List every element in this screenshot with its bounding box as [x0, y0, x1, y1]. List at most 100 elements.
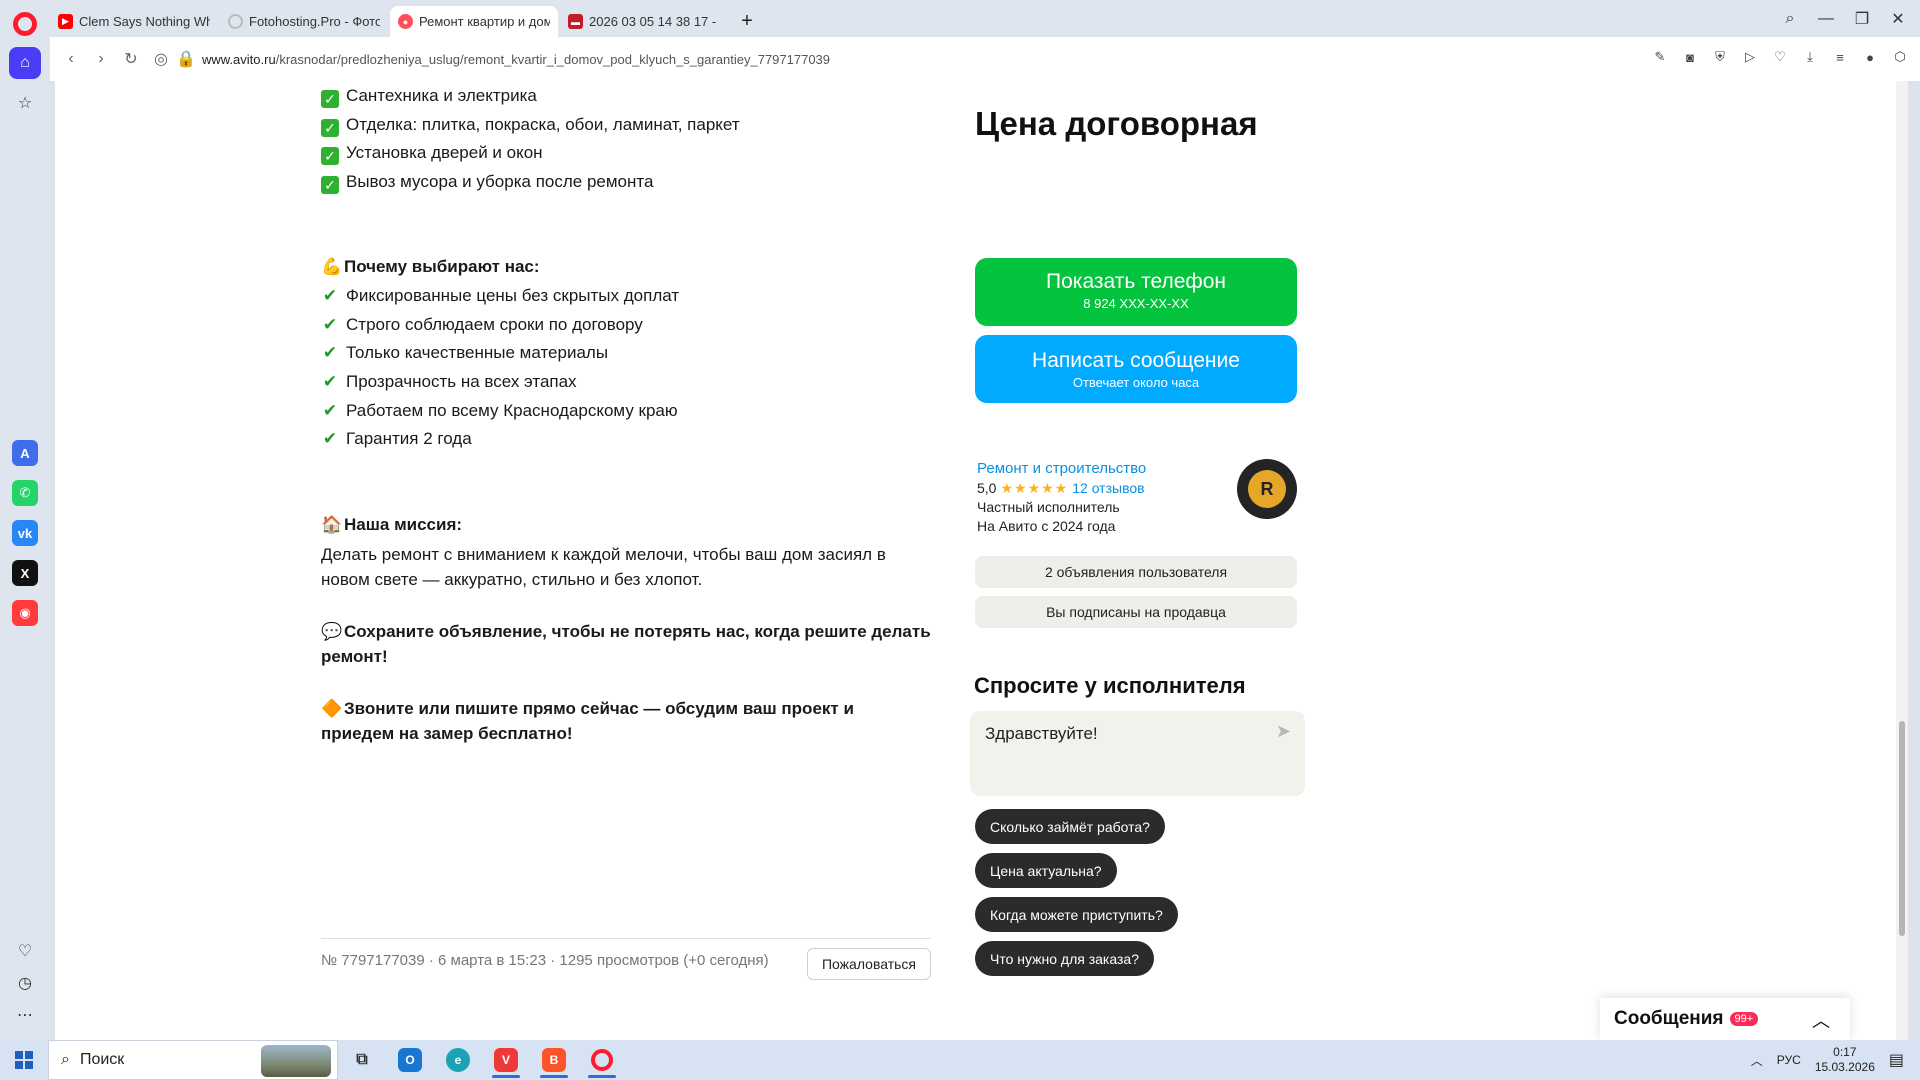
quick-question-chip[interactable]: Что нужно для заказа? [975, 941, 1154, 976]
clock-time: 0:17 [1833, 1045, 1857, 1059]
response-time: Отвечает около часа [1072, 375, 1200, 390]
chevron-up-icon[interactable]: ︿ [1751, 1052, 1763, 1069]
pinboard-icon[interactable]: ☆ [9, 87, 41, 119]
heart-icon[interactable]: ♡ [9, 935, 41, 967]
edit-icon[interactable]: ✎ [1650, 47, 1670, 67]
window-controls: ⌕ — ❐ ✕ [1772, 6, 1916, 32]
aria-icon[interactable]: A [12, 440, 38, 466]
location-icon[interactable]: ◎ [146, 49, 176, 69]
minimize-icon[interactable]: — [1808, 6, 1844, 32]
rating-value: 5,0 [977, 480, 997, 496]
page-scrollbar[interactable] [1896, 81, 1908, 1040]
address-tools: ✎ ◙ ⛨ ▷ ♡ ⤓ ≡ ● ⬡ [1650, 47, 1910, 67]
send-icon[interactable]: ➤ [1276, 721, 1291, 742]
write-message-button[interactable]: Написать сообщение Отвечает около часа [975, 335, 1297, 403]
checkbox-icon: ✓ [321, 147, 339, 165]
outlook-icon[interactable]: O [386, 1040, 434, 1080]
opera-logo-icon[interactable] [13, 12, 37, 36]
notifications-icon[interactable]: ▤ [1889, 1050, 1904, 1070]
search-highlight-image [261, 1045, 331, 1077]
why-item: ✔ Работаем по всему Краснодарскому краю [321, 399, 678, 423]
tab-2[interactable]: ● Ремонт квартир и домов [390, 6, 558, 37]
complain-button[interactable]: Пожаловаться [807, 948, 931, 980]
messages-title: Сообщения [1614, 1008, 1724, 1029]
tab-1[interactable]: Fotohosting.Pro - Фотохо [220, 6, 388, 37]
more-icon[interactable]: ⋯ [9, 999, 41, 1031]
system-tray: ︿ РУС 0:17 15.03.2026 ▤ [1751, 1040, 1920, 1080]
scrollbar-thumb[interactable] [1899, 721, 1905, 936]
task-view-icon[interactable]: ⧉ [338, 1040, 386, 1080]
search-icon: ⌕ [61, 1051, 70, 1068]
why-item: ✔ Фиксированные цены без скрытых доплат [321, 284, 679, 308]
save-callout: 💬 Сохраните объявление, чтобы не потерять… [321, 619, 931, 669]
windows-start-icon[interactable] [0, 1040, 48, 1080]
messages-panel[interactable]: Сообщения 99+ ︿ [1600, 998, 1850, 1040]
heart-icon[interactable]: ♡ [1770, 47, 1790, 67]
why-item: ✔ Только качественные материалы [321, 341, 608, 365]
checkbox-icon: ✓ [321, 176, 339, 194]
camera-icon[interactable]: ◙ [1680, 47, 1700, 67]
extensions-icon[interactable]: ⬡ [1890, 47, 1910, 67]
tab-title: 2026 03 05 14 38 17 - Пр [589, 14, 720, 29]
check-item: ✓ Сантехника и электрика [321, 84, 537, 108]
url-path: /krasnodar/predlozheniya_uslug/remont_kv… [275, 51, 831, 67]
avito-icon: ● [398, 14, 413, 29]
phone-masked: 8 924 XXX-XX-XX [1083, 296, 1189, 311]
opera-taskbar-icon[interactable] [578, 1040, 626, 1080]
subscribed-button[interactable]: Вы подписаны на продавца [975, 596, 1297, 628]
back-icon[interactable]: ‹ [56, 50, 86, 68]
menu-icon[interactable]: ≡ [1830, 47, 1850, 67]
tab-title: Fotohosting.Pro - Фотохо [249, 14, 380, 29]
seller-avatar[interactable]: R [1237, 459, 1297, 519]
youtube-icon: ▶ [58, 14, 73, 29]
home-icon[interactable]: ⌂ [9, 47, 41, 79]
why-item: ✔ Строго соблюдаем сроки по договору [321, 313, 643, 337]
write-message-label: Написать сообщение [1032, 349, 1240, 372]
profile-icon[interactable]: ● [1860, 47, 1880, 67]
search-tabs-icon[interactable]: ⌕ [1772, 6, 1808, 32]
check-item: ✓ Установка дверей и окон [321, 141, 543, 165]
shield-icon[interactable]: ⛨ [1710, 47, 1730, 67]
x-icon[interactable]: X [12, 560, 38, 586]
download-icon[interactable]: ⤓ [1800, 47, 1820, 67]
quick-question-chip[interactable]: Когда можете приступить? [975, 897, 1178, 932]
tab-3[interactable]: ▬ 2026 03 05 14 38 17 - Пр [560, 6, 728, 37]
check-mark-icon: ✔ [322, 343, 338, 362]
lock-icon[interactable]: 🔒 [176, 49, 196, 69]
history-icon[interactable]: ◷ [9, 967, 41, 999]
check-mark-icon: ✔ [322, 372, 338, 391]
tab-0[interactable]: ▶ Clem Says Nothing While [50, 6, 218, 37]
new-tab-button[interactable]: + [734, 8, 760, 34]
reload-icon[interactable]: ↻ [116, 49, 146, 69]
reviews-link[interactable]: 12 отзывов [1072, 480, 1144, 496]
restore-icon[interactable]: ❐ [1844, 6, 1880, 32]
ask-message-input[interactable]: Здравствуйте! ➤ [970, 711, 1305, 796]
seller-category-link[interactable]: Ремонт и строительство [977, 460, 1146, 477]
brave-icon[interactable]: B [530, 1040, 578, 1080]
vk-icon[interactable]: vk [12, 520, 38, 546]
quick-question-chip[interactable]: Цена актуальна? [975, 853, 1117, 888]
divider [321, 938, 931, 939]
whatsapp-icon[interactable]: ✆ [12, 480, 38, 506]
url-field[interactable]: www.avito.ru/krasnodar/predlozheniya_usl… [202, 52, 830, 67]
listing-meta: № 7797177039 · 6 марта в 15:23 · 1295 пр… [321, 952, 769, 969]
taskbar-search[interactable]: ⌕ Поиск [48, 1040, 338, 1080]
close-icon[interactable]: ✕ [1880, 6, 1916, 32]
forward-icon[interactable]: › [86, 50, 116, 68]
music-player-icon[interactable]: ◉ [12, 600, 38, 626]
video-icon: ▬ [568, 14, 583, 29]
vivaldi-icon[interactable]: V [482, 1040, 530, 1080]
play-icon[interactable]: ▷ [1740, 47, 1760, 67]
mission-text: Делать ремонт с вниманием к каждой мелоч… [321, 545, 886, 589]
input-language[interactable]: РУС [1777, 1053, 1801, 1067]
show-phone-button[interactable]: Показать телефон 8 924 XXX-XX-XX [975, 258, 1297, 326]
messages-badge: 99+ [1729, 1012, 1759, 1026]
seller-type: Частный исполнитель [977, 499, 1120, 515]
mission-heading: 🏠 Наша миссия: [321, 513, 462, 537]
checkbox-icon: ✓ [321, 119, 339, 137]
user-ads-button[interactable]: 2 объявления пользователя [975, 556, 1297, 588]
edge-icon[interactable]: e [434, 1040, 482, 1080]
clock[interactable]: 0:17 15.03.2026 [1815, 1045, 1875, 1075]
chevron-up-icon[interactable]: ︿ [1812, 1007, 1830, 1033]
quick-question-chip[interactable]: Сколько займёт работа? [975, 809, 1165, 844]
